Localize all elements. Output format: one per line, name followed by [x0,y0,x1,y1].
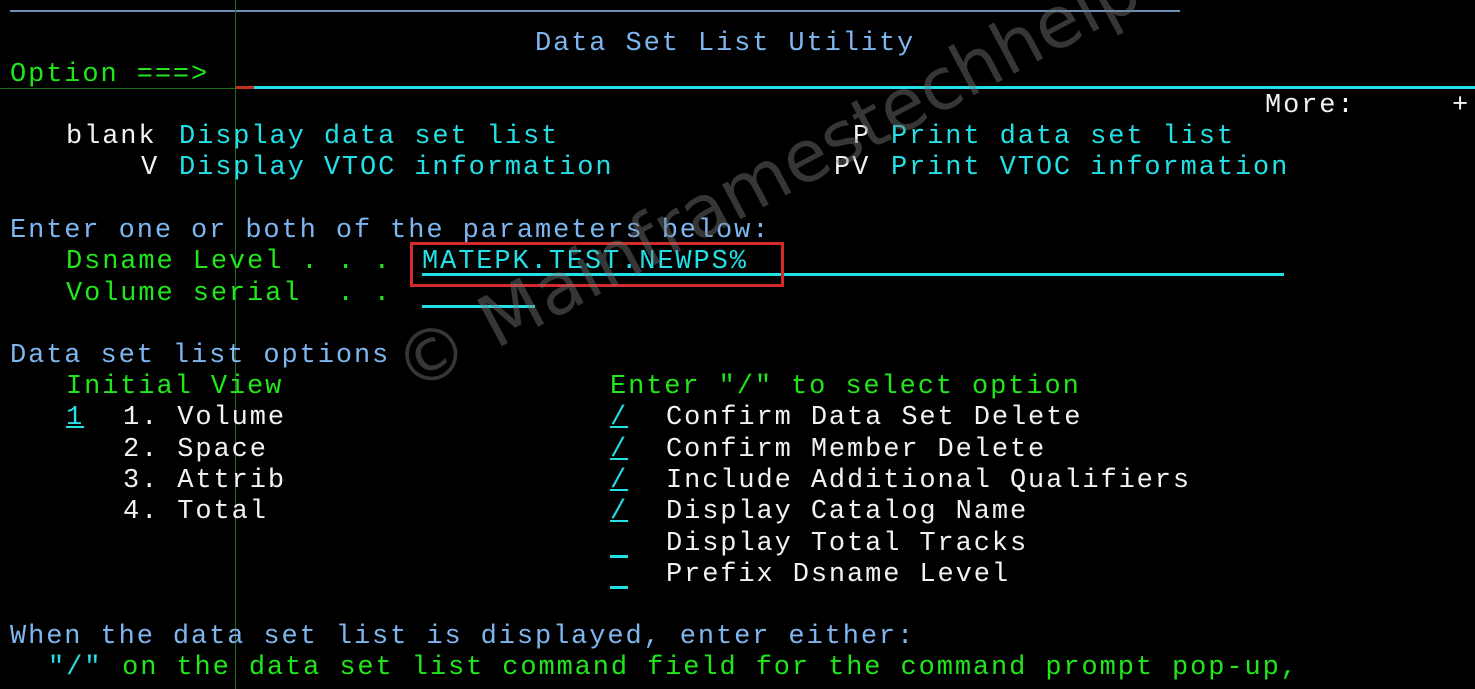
footer-instruction: When the data set list is displayed, ent… [10,622,916,652]
total-tracks-underline [610,555,628,558]
check-label-confirm-member-delete: Confirm Member Delete [666,435,1047,465]
checkbox-confirm-dataset-delete[interactable]: / [610,403,628,434]
option-input[interactable] [236,86,1475,89]
view-option-volume: 1. Volume [123,403,286,433]
checkbox-include-additional-qualifiers[interactable]: / [610,466,628,497]
command-key-v: V [141,153,160,183]
checkbox-display-catalog-name[interactable]: / [610,497,628,528]
command-label-display-list: Display data set list [179,122,560,152]
command-label-print-list: Print data set list [891,122,1235,152]
watermark: © Mainframestechhelp [380,0,1154,410]
cursor-marker [236,86,254,89]
check-label-display-catalog-name: Display Catalog Name [666,497,1029,527]
footer-hint-text: on the data set list command field for t… [104,653,1299,683]
check-label-include-additional-qualifiers: Include Additional Qualifiers [666,466,1191,496]
panel-title: Data Set List Utility [535,29,916,59]
view-option-attrib: 3. Attrib [123,466,286,496]
option-label: Option ===> [10,60,210,90]
dsname-label: Dsname Level . . . [66,247,392,277]
command-key-p: P [853,122,872,152]
dsname-highlight-box [410,242,784,287]
initial-view-heading: Initial View [66,372,284,402]
top-divider [10,10,1180,12]
view-option-total: 4. Total [123,497,268,527]
check-label-display-total-tracks: Display Total Tracks [666,529,1029,559]
initial-view-input[interactable]: 1 [66,403,84,434]
check-label-prefix-dsname-level: Prefix Dsname Level [666,560,1010,590]
command-label-print-vtoc: Print VTOC information [891,153,1290,183]
footer-slash-hint: "/" [48,653,103,683]
checkbox-confirm-member-delete[interactable]: / [610,435,628,466]
volume-field-underline [422,305,535,308]
view-option-space: 2. Space [123,435,268,465]
volume-label: Volume serial . . [66,279,392,309]
check-label-confirm-dataset-delete: Confirm Data Set Delete [666,403,1083,433]
select-option-heading: Enter "/" to select option [610,372,1081,402]
prefix-dsname-underline [610,586,628,589]
command-key-pv: PV [834,153,871,183]
command-key-blank: blank [66,122,157,152]
more-label: More: [1265,91,1356,121]
command-label-display-vtoc: Display VTOC information [179,153,614,183]
more-indicator[interactable]: + [1452,91,1470,122]
list-options-heading: Data set list options [10,341,391,371]
